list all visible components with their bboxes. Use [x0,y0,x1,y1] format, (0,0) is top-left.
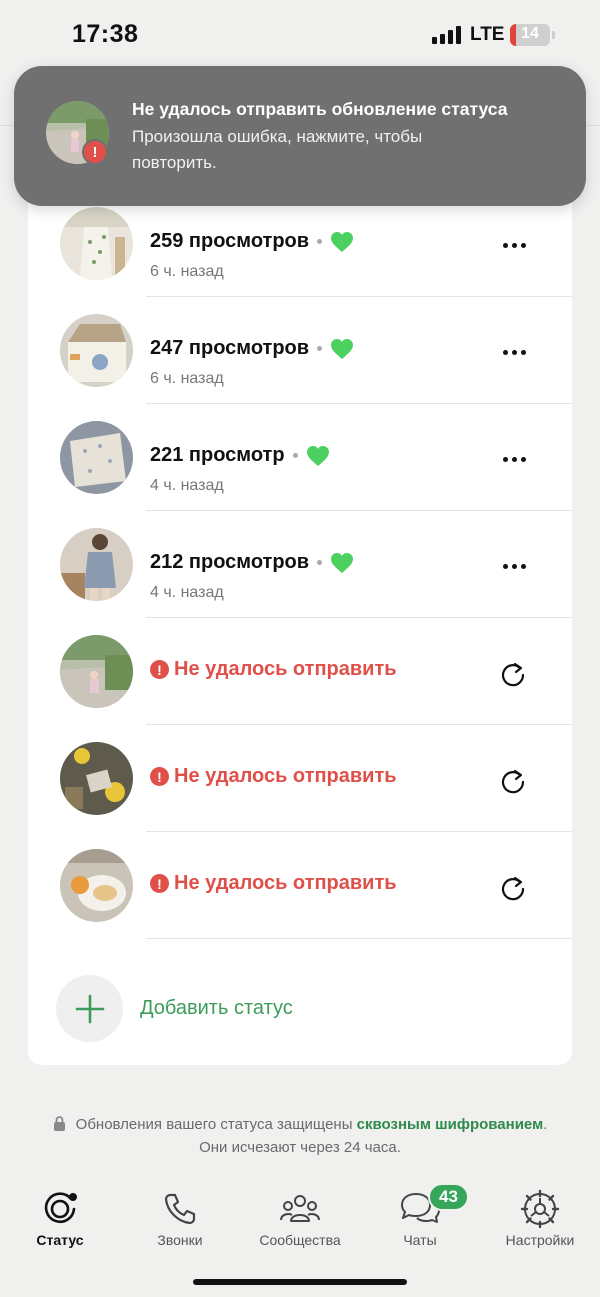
more-options-button[interactable] [496,553,532,579]
tab-label: Чаты [403,1232,437,1248]
note-text: Обновления вашего статуса защищены [75,1116,357,1133]
separator-dot [317,239,323,244]
failed-status-row[interactable]: ! Не удалось отправить [28,618,572,725]
status-thumbnail [60,742,133,815]
more-options-button[interactable] [496,446,532,472]
status-bar: 17:38 LTE 14 [0,0,600,70]
view-count: 221 просмотр [150,444,285,466]
failed-status-row[interactable]: ! Не удалось отправить [28,725,572,832]
status-row[interactable]: 221 просмотр 4 ч. назад [28,404,572,511]
failed-status-row[interactable]: ! Не удалось отправить [28,832,572,939]
tab-status[interactable]: Статус [0,1187,120,1248]
heart-icon [331,338,354,359]
battery-level: 14 [521,25,539,42]
tab-communities[interactable]: Сообщества [240,1187,360,1248]
failed-text: Не удалось отправить [174,658,397,680]
tab-label: Настройки [505,1232,575,1248]
error-icon: ! [150,660,169,679]
failed-label: ! Не удалось отправить [150,658,397,681]
failed-label: ! Не удалось отправить [150,765,397,788]
more-options-button[interactable] [496,339,532,365]
status-thumbnail [60,635,133,708]
tab-settings[interactable]: Настройки [480,1187,600,1248]
home-indicator [193,1279,407,1285]
toast-title: Не удалось отправить обновление статуса [132,99,508,119]
separator-dot [317,560,323,565]
heart-icon [331,231,354,252]
status-row[interactable]: 259 просмотров 6 ч. назад [28,190,572,297]
battery-icon: 14 [510,24,550,46]
status-thumbnail [60,421,133,494]
view-count: 247 просмотров [150,337,310,359]
chats-icon: 43 [398,1183,469,1231]
posted-time: 6 ч. назад [150,263,224,280]
status-icon [38,1187,82,1231]
status-thumbnail [60,528,133,601]
note-period: . [543,1116,548,1133]
retry-icon[interactable] [498,874,528,904]
view-count: 259 просмотров [150,230,310,252]
toast-message: Произошла ошибка, нажмите, чтобы повтори… [132,127,423,172]
battery-tip [552,31,555,39]
posted-time: 4 ч. назад [150,477,224,494]
error-icon: ! [150,874,169,893]
error-icon: ! [82,139,108,165]
clock: 17:38 [72,20,139,48]
more-options-button[interactable] [496,232,532,258]
status-thumbnail [60,314,133,387]
status-row[interactable]: 212 просмотров 4 ч. назад [28,511,572,618]
status-row[interactable]: 247 просмотров 6 ч. назад [28,297,572,404]
phone-icon [158,1187,202,1231]
tab-chats[interactable]: 43 Чаты [360,1183,480,1248]
encryption-link[interactable]: сквозным шифрованием [357,1116,544,1133]
retry-icon[interactable] [498,767,528,797]
error-icon: ! [150,767,169,786]
failed-text: Не удалось отправить [174,872,397,894]
view-count: 212 просмотров [150,551,310,573]
add-status-label: Добавить статус [140,997,293,1019]
divider [146,938,572,939]
note-line2: Они исчезают через 24 часа. [199,1139,401,1156]
network-type: LTE [470,24,505,45]
encryption-note: Обновления вашего статуса защищены сквоз… [0,1113,600,1159]
status-thumbnail [60,207,133,280]
tab-label: Статус [36,1232,84,1248]
failed-label: ! Не удалось отправить [150,872,397,895]
posted-time: 6 ч. назад [150,370,224,387]
communities-icon [278,1187,322,1231]
separator-dot [292,453,298,458]
separator-dot [317,346,323,351]
lock-icon [53,1116,65,1131]
gear-icon [518,1187,562,1231]
heart-icon [331,552,354,573]
unread-badge: 43 [428,1183,469,1211]
error-toast[interactable]: ! Не удалось отправить обновление статус… [14,66,586,206]
tab-bar: Статус Звонки Сообщества 43 Чаты Настрой… [0,1175,600,1255]
retry-icon[interactable] [498,660,528,690]
signal-icon [432,26,461,44]
tab-label: Звонки [157,1232,203,1248]
posted-time: 4 ч. назад [150,584,224,601]
status-thumbnail [60,849,133,922]
add-status-button[interactable]: Добавить статус [28,970,572,1060]
plus-icon [56,975,123,1042]
tab-label: Сообщества [259,1232,341,1248]
my-status-list: 259 просмотров 6 ч. назад 247 просмотров… [28,190,572,1065]
tab-calls[interactable]: Звонки [120,1187,240,1248]
failed-text: Не удалось отправить [174,765,397,787]
heart-icon [306,445,329,466]
